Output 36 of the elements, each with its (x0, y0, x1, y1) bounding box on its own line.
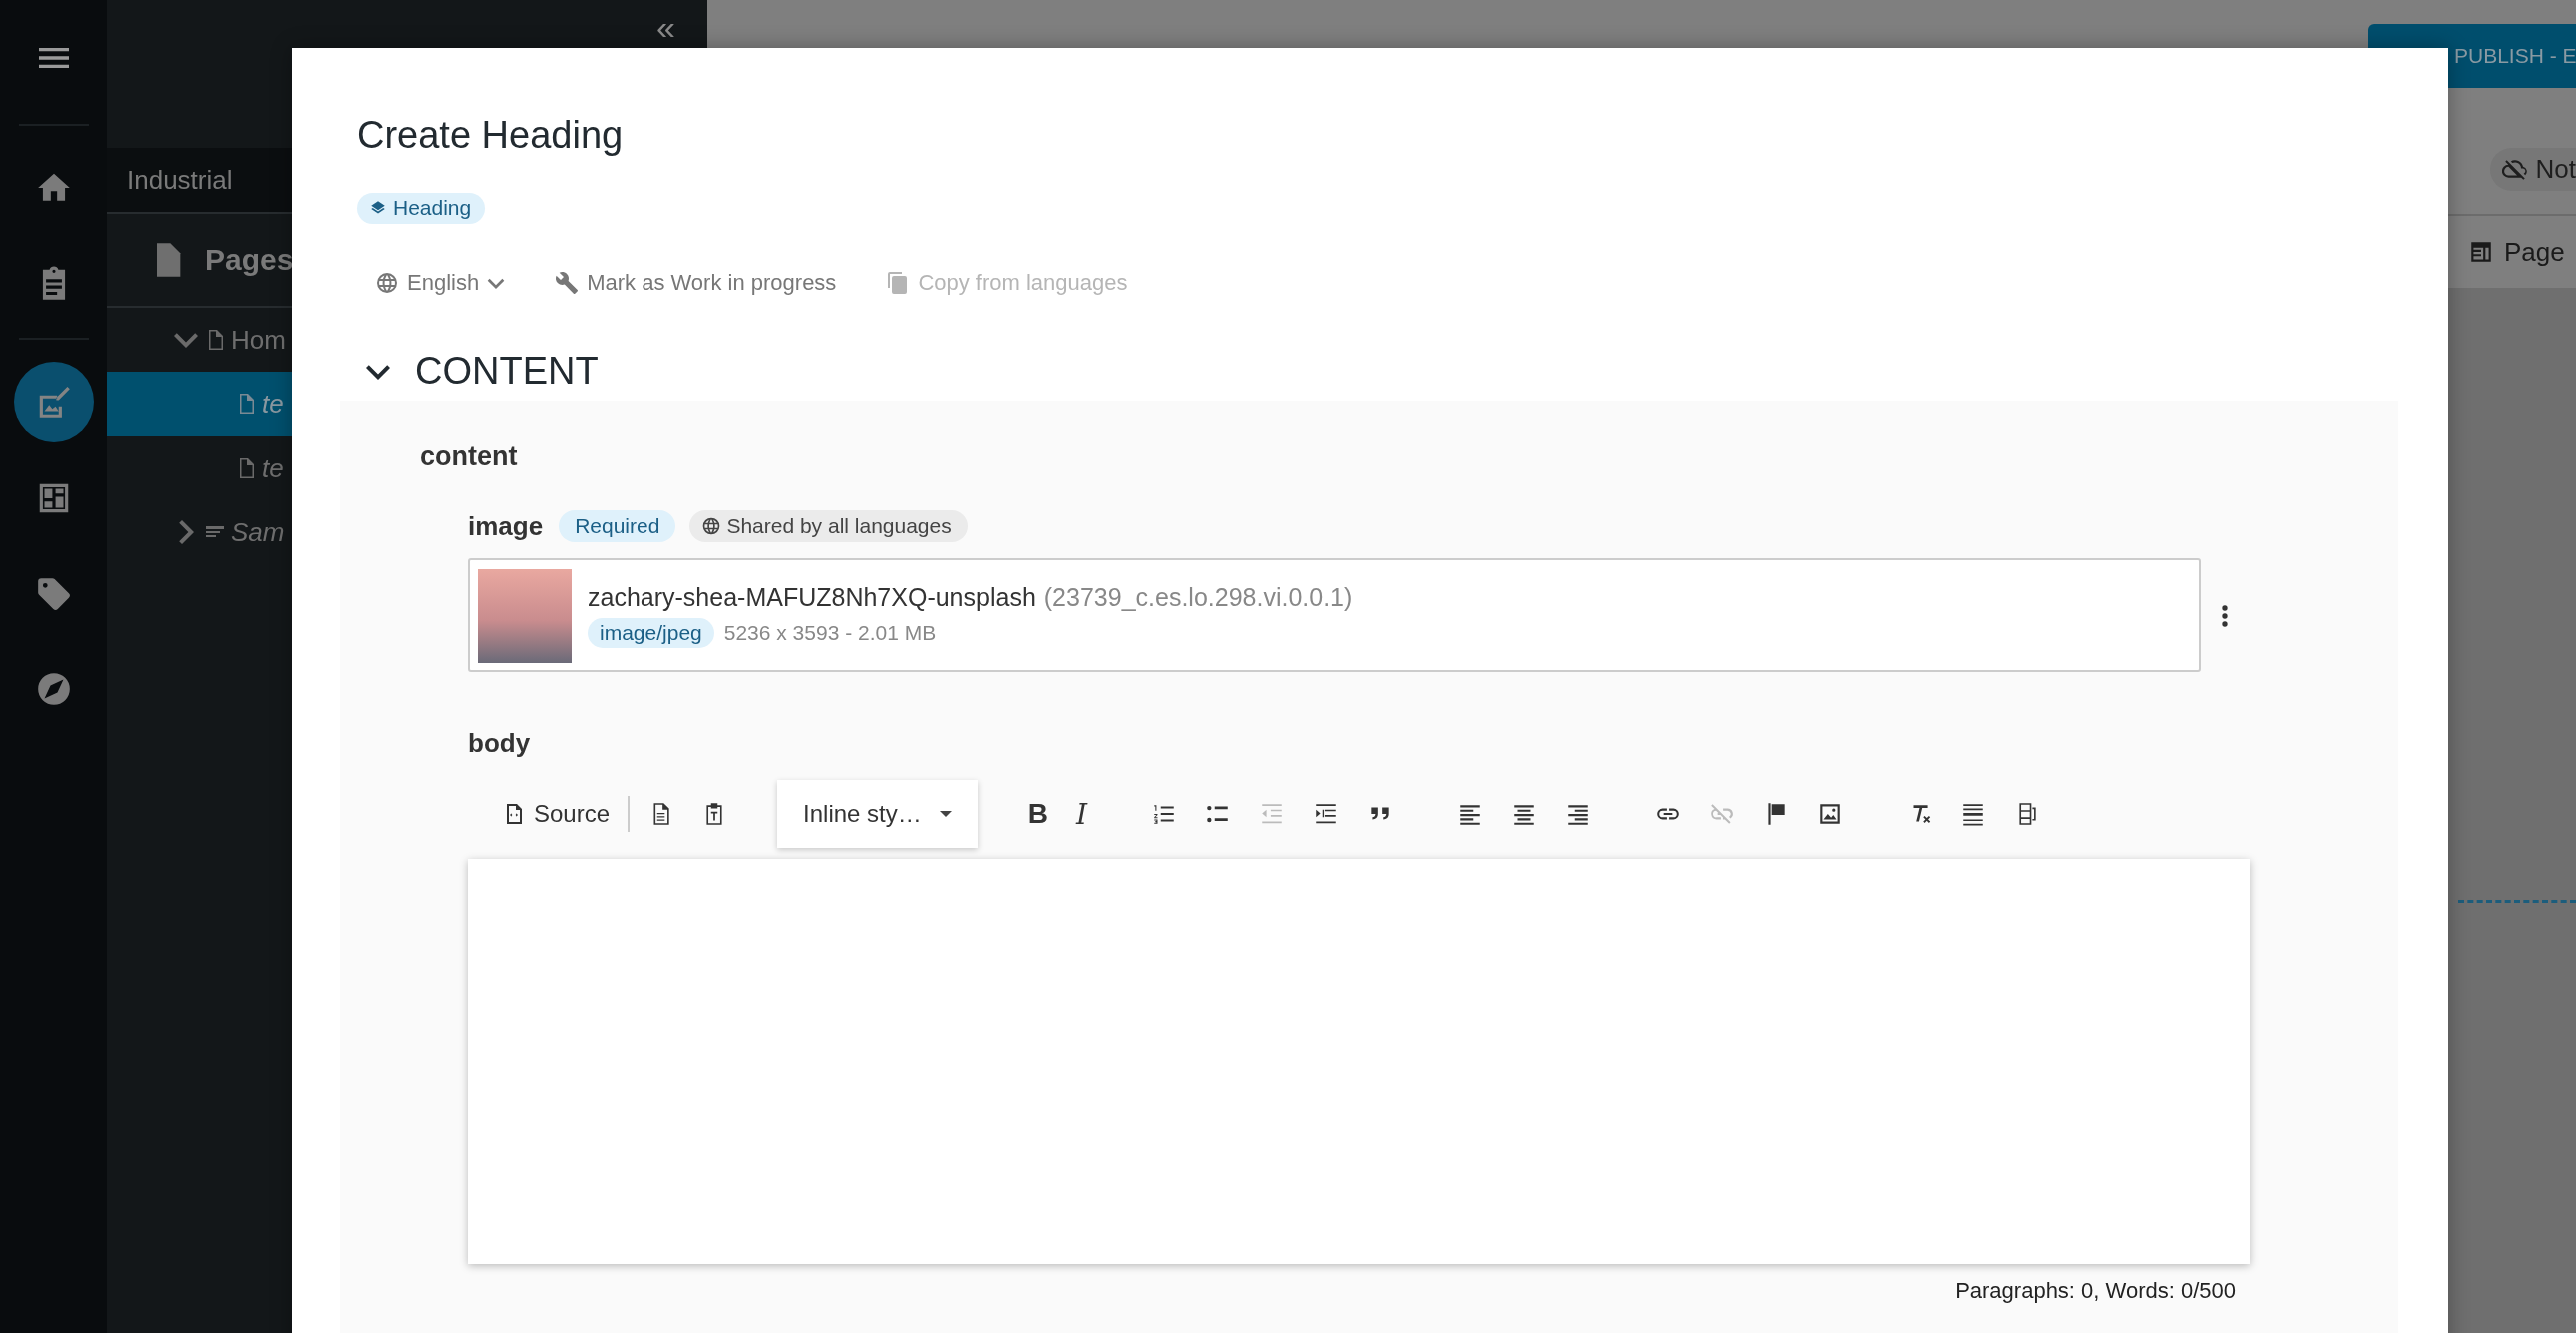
italic-button[interactable]: I (1062, 792, 1102, 836)
file-name: zachary-shea-MAFUZ8Nh7XQ-unsplash (588, 583, 1036, 612)
mime-chip: image/jpeg (588, 618, 714, 648)
panel-title: Pages (205, 243, 294, 277)
field-label: image (468, 510, 544, 542)
chevron-down-icon (365, 362, 391, 381)
group-label: content (420, 441, 519, 472)
work-in-progress-button[interactable]: Mark as Work in progress (555, 266, 837, 300)
image-card[interactable]: zachary-shea-MAFUZ8Nh7XQ-unsplash (23739_c.es.lo.298.vi.0.0.1) image/jpeg 5236 x 3593 - 2.01 MB (468, 558, 2201, 672)
layout-icon (2468, 239, 2494, 265)
tree-item[interactable]: Hom (231, 324, 286, 356)
chevron-down-icon (487, 276, 506, 290)
type-chip: Heading (357, 193, 486, 224)
tree-item[interactable]: te (262, 388, 284, 420)
shared-chip: Shared by all languages (689, 510, 968, 542)
wrench-icon (555, 271, 580, 295)
source-button[interactable]: Source (488, 792, 625, 836)
more-vertical-icon (2221, 603, 2229, 628)
file-info: 5236 x 3593 - 2.01 MB (723, 621, 937, 645)
collapse-button[interactable]: « (656, 8, 675, 47)
file-id: (23739_c.es.lo.298.vi.0.0.1) (1043, 583, 1353, 612)
more-button[interactable] (2221, 603, 2229, 628)
bold-button[interactable]: B (1013, 792, 1062, 836)
field-label: body (468, 728, 531, 758)
required-chip: Required (559, 510, 676, 542)
inline-style-dropdown[interactable]: Inline sty… (777, 780, 978, 848)
tree-item[interactable]: Sam (231, 516, 285, 548)
word-count: Paragraphs: 0, Words: 0/500 (1954, 1278, 2237, 1304)
language-button[interactable]: English (375, 266, 506, 300)
globe-icon (375, 271, 399, 295)
status-chip: Not (2489, 147, 2576, 191)
page-builder-tab[interactable]: Page (2468, 236, 2576, 268)
tree-item[interactable]: te (262, 452, 284, 484)
globe-icon (701, 516, 722, 536)
dialog-title: Create Heading (357, 114, 625, 157)
section-header[interactable]: CONTENT (365, 350, 599, 393)
